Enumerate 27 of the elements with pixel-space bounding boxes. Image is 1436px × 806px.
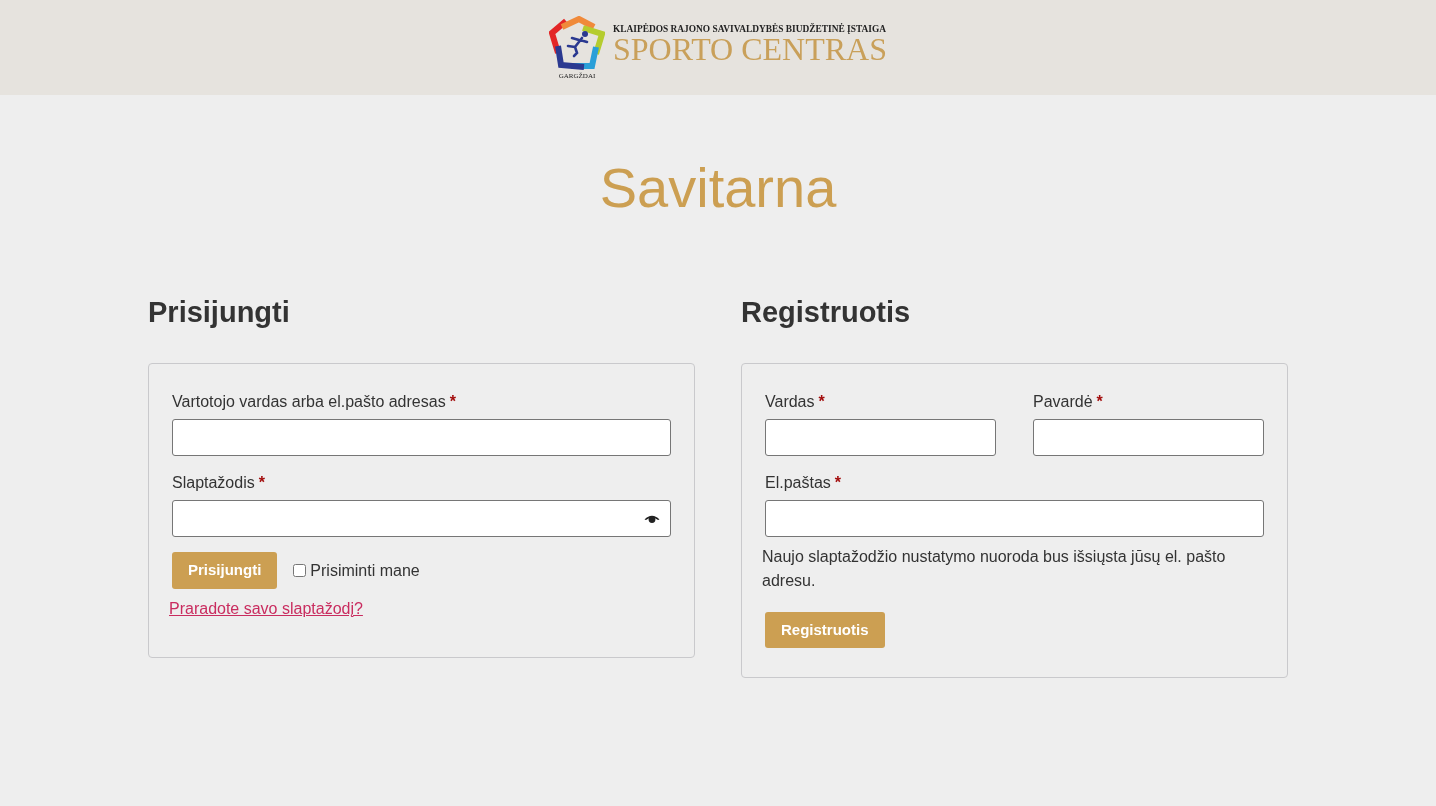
eye-icon[interactable] [644, 514, 660, 523]
section-heading: Prisijungti [148, 295, 290, 330]
input-field[interactable] [172, 419, 671, 456]
info-text: Naujo slaptažodžio nustatymo nuoroda bus išsiųsta jūsų el. pašto adresu. [762, 547, 1227, 591]
login-button[interactable]: Prisijungti [172, 552, 278, 589]
field-label: El.paštas [765, 473, 831, 493]
required-asterisk: * [258, 473, 265, 493]
section-heading: Registruotis [741, 295, 911, 330]
required-asterisk: * [818, 392, 825, 412]
field-label: Vardas [765, 392, 815, 412]
required-asterisk: * [834, 473, 842, 493]
input-field[interactable] [765, 500, 1264, 537]
page-title: Savitarna [599, 155, 837, 221]
input-field[interactable] [1033, 419, 1264, 456]
password-field[interactable] [172, 500, 671, 537]
required-asterisk: * [449, 392, 456, 412]
remember-label[interactable]: Prisiminti mane [310, 560, 420, 581]
register-button[interactable]: Registruotis [765, 612, 885, 648]
logo-subtitle: KLAIPĖDOS RAJONO SAVIVALDYBĖS BIUDŽETINĖ ĮSTAIGA [613, 24, 887, 34]
input-field[interactable] [765, 419, 996, 456]
pentagon-runner-logo-icon [549, 15, 605, 70]
required-asterisk: * [1096, 392, 1103, 412]
field-label: Slaptažodis [172, 473, 255, 493]
field-label: Pavardė [1033, 392, 1093, 412]
field-label: Vartotojo vardas arba el.pašto adresas [172, 392, 446, 412]
lost-password-link[interactable]: Praradote savo slaptažodį? [169, 600, 363, 617]
remember-checkbox[interactable] [293, 564, 307, 577]
